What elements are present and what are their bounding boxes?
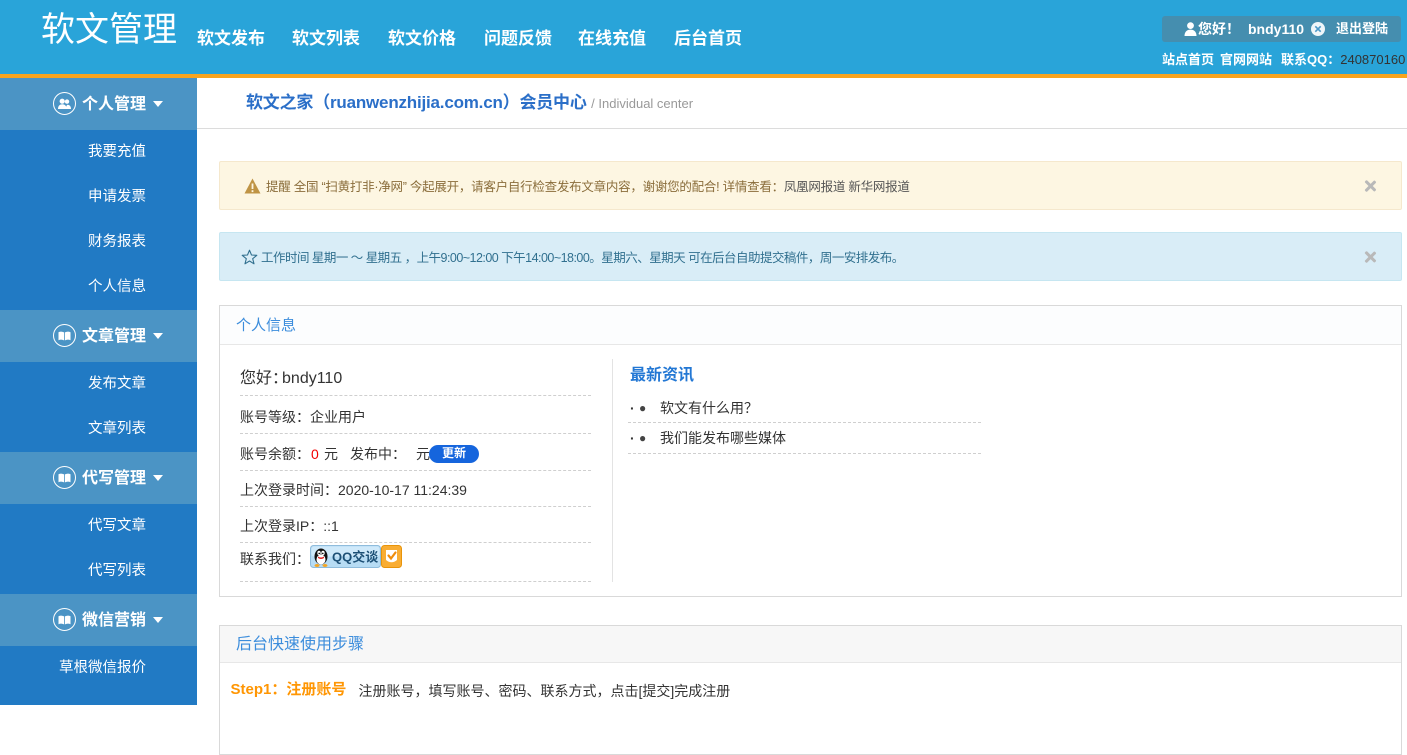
svg-text:QQ交谈: QQ交谈	[332, 550, 378, 565]
